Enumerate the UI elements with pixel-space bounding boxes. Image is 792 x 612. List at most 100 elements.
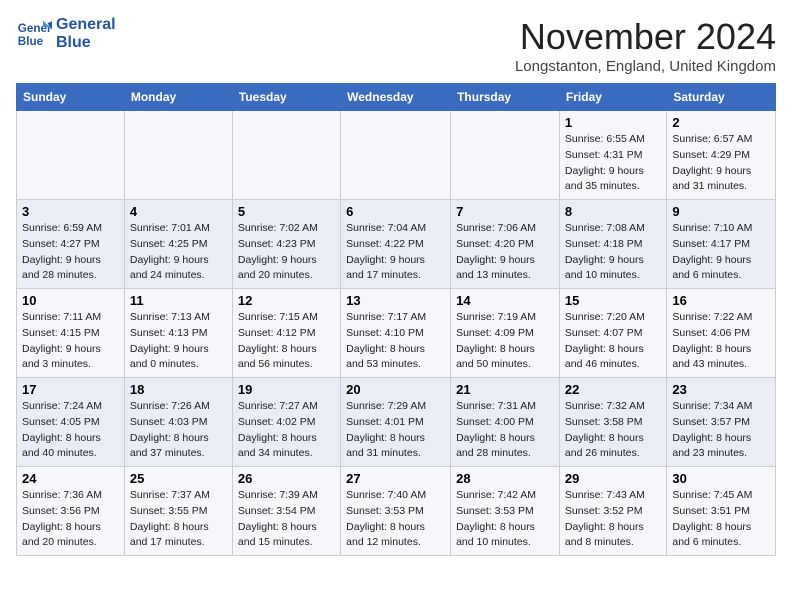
- day-number: 15: [565, 293, 661, 308]
- day-info: Sunrise: 7:39 AM Sunset: 3:54 PM Dayligh…: [238, 488, 335, 551]
- calendar-cell: 25 Sunrise: 7:37 AM Sunset: 3:55 PM Dayli…: [124, 467, 232, 556]
- day-info: Sunrise: 7:37 AM Sunset: 3:55 PM Dayligh…: [130, 488, 227, 551]
- calendar-week-row: 10Sunrise: 7:11 AM Sunset: 4:15 PM Dayli…: [17, 289, 776, 378]
- day-number: 23: [672, 382, 770, 397]
- day-info: Sunrise: 7:01 AM Sunset: 4:25 PM Dayligh…: [130, 221, 227, 284]
- calendar-cell: 4 Sunrise: 7:01 AM Sunset: 4:25 PM Daylig…: [124, 200, 232, 289]
- calendar-cell: 3Sunrise: 6:59 AM Sunset: 4:27 PM Daylig…: [17, 200, 125, 289]
- day-number: 18: [130, 382, 227, 397]
- calendar-cell: [232, 111, 340, 200]
- calendar-cell: 10Sunrise: 7:11 AM Sunset: 4:15 PM Dayli…: [17, 289, 125, 378]
- calendar-cell: 21 Sunrise: 7:31 AM Sunset: 4:00 PM Dayli…: [451, 378, 560, 467]
- location-title: Longstanton, England, United Kingdom: [515, 58, 776, 75]
- calendar-cell: 23 Sunrise: 7:34 AM Sunset: 3:57 PM Dayli…: [667, 378, 776, 467]
- day-header-wednesday: Wednesday: [341, 84, 451, 111]
- day-header-saturday: Saturday: [667, 84, 776, 111]
- day-number: 11: [130, 293, 227, 308]
- day-number: 26: [238, 471, 335, 486]
- calendar-table: SundayMondayTuesdayWednesdayThursdayFrid…: [16, 83, 776, 556]
- day-number: 25: [130, 471, 227, 486]
- calendar-cell: [17, 111, 125, 200]
- day-info: Sunrise: 7:20 AM Sunset: 4:07 PM Dayligh…: [565, 310, 661, 373]
- calendar-cell: 26 Sunrise: 7:39 AM Sunset: 3:54 PM Dayli…: [232, 467, 340, 556]
- day-number: 6: [346, 204, 445, 219]
- day-info: Sunrise: 7:19 AM Sunset: 4:09 PM Dayligh…: [456, 310, 554, 373]
- calendar-cell: 17 Sunrise: 7:24 AM Sunset: 4:05 PM Dayli…: [17, 378, 125, 467]
- day-info: Sunrise: 7:13 AM Sunset: 4:13 PM Dayligh…: [130, 310, 227, 373]
- day-number: 29: [565, 471, 661, 486]
- day-number: 12: [238, 293, 335, 308]
- day-info: Sunrise: 7:17 AM Sunset: 4:10 PM Dayligh…: [346, 310, 445, 373]
- day-info: Sunrise: 7:06 AM Sunset: 4:20 PM Dayligh…: [456, 221, 554, 284]
- calendar-header-row: SundayMondayTuesdayWednesdayThursdayFrid…: [17, 84, 776, 111]
- day-info: Sunrise: 7:02 AM Sunset: 4:23 PM Dayligh…: [238, 221, 335, 284]
- day-number: 7: [456, 204, 554, 219]
- day-number: 1: [565, 115, 661, 130]
- day-info: Sunrise: 7:45 AM Sunset: 3:51 PM Dayligh…: [672, 488, 770, 551]
- day-number: 27: [346, 471, 445, 486]
- calendar-cell: 16 Sunrise: 7:22 AM Sunset: 4:06 PM Dayli…: [667, 289, 776, 378]
- calendar-cell: 6Sunrise: 7:04 AM Sunset: 4:22 PM Daylig…: [341, 200, 451, 289]
- day-info: Sunrise: 7:26 AM Sunset: 4:03 PM Dayligh…: [130, 399, 227, 462]
- day-number: 17: [22, 382, 119, 397]
- calendar-cell: 29Sunrise: 7:43 AM Sunset: 3:52 PM Dayli…: [559, 467, 666, 556]
- calendar-week-row: 17 Sunrise: 7:24 AM Sunset: 4:05 PM Dayli…: [17, 378, 776, 467]
- day-info: Sunrise: 7:24 AM Sunset: 4:05 PM Dayligh…: [22, 399, 119, 462]
- day-number: 13: [346, 293, 445, 308]
- calendar-cell: 7 Sunrise: 7:06 AM Sunset: 4:20 PM Daylig…: [451, 200, 560, 289]
- calendar-cell: 2Sunrise: 6:57 AM Sunset: 4:29 PM Daylig…: [667, 111, 776, 200]
- day-info: Sunrise: 7:42 AM Sunset: 3:53 PM Dayligh…: [456, 488, 554, 551]
- day-header-thursday: Thursday: [451, 84, 560, 111]
- day-header-friday: Friday: [559, 84, 666, 111]
- calendar-cell: 22Sunrise: 7:32 AM Sunset: 3:58 PM Dayli…: [559, 378, 666, 467]
- day-number: 19: [238, 382, 335, 397]
- day-number: 9: [672, 204, 770, 219]
- calendar-cell: 12 Sunrise: 7:15 AM Sunset: 4:12 PM Dayli…: [232, 289, 340, 378]
- svg-text:General: General: [18, 22, 52, 35]
- day-number: 10: [22, 293, 119, 308]
- calendar-cell: 9Sunrise: 7:10 AM Sunset: 4:17 PM Daylig…: [667, 200, 776, 289]
- svg-text:Blue: Blue: [18, 35, 44, 48]
- calendar-cell: 13 Sunrise: 7:17 AM Sunset: 4:10 PM Dayli…: [341, 289, 451, 378]
- day-header-tuesday: Tuesday: [232, 84, 340, 111]
- day-info: Sunrise: 7:36 AM Sunset: 3:56 PM Dayligh…: [22, 488, 119, 551]
- day-number: 4: [130, 204, 227, 219]
- day-info: Sunrise: 7:08 AM Sunset: 4:18 PM Dayligh…: [565, 221, 661, 284]
- day-number: 5: [238, 204, 335, 219]
- page-header: General Blue General Blue November 2024 …: [16, 16, 776, 75]
- day-number: 22: [565, 382, 661, 397]
- day-header-sunday: Sunday: [17, 84, 125, 111]
- day-info: Sunrise: 7:15 AM Sunset: 4:12 PM Dayligh…: [238, 310, 335, 373]
- calendar-week-row: 1 Sunrise: 6:55 AM Sunset: 4:31 PM Daylig…: [17, 111, 776, 200]
- day-info: Sunrise: 6:57 AM Sunset: 4:29 PM Dayligh…: [672, 132, 770, 195]
- calendar-cell: 20Sunrise: 7:29 AM Sunset: 4:01 PM Dayli…: [341, 378, 451, 467]
- calendar-week-row: 24Sunrise: 7:36 AM Sunset: 3:56 PM Dayli…: [17, 467, 776, 556]
- calendar-cell: 28Sunrise: 7:42 AM Sunset: 3:53 PM Dayli…: [451, 467, 560, 556]
- calendar-cell: [451, 111, 560, 200]
- calendar-cell: 1 Sunrise: 6:55 AM Sunset: 4:31 PM Daylig…: [559, 111, 666, 200]
- day-number: 8: [565, 204, 661, 219]
- logo-line1: General: [56, 16, 116, 34]
- day-info: Sunrise: 7:22 AM Sunset: 4:06 PM Dayligh…: [672, 310, 770, 373]
- day-number: 16: [672, 293, 770, 308]
- day-info: Sunrise: 7:27 AM Sunset: 4:02 PM Dayligh…: [238, 399, 335, 462]
- calendar-cell: 11 Sunrise: 7:13 AM Sunset: 4:13 PM Dayli…: [124, 289, 232, 378]
- day-info: Sunrise: 7:34 AM Sunset: 3:57 PM Dayligh…: [672, 399, 770, 462]
- day-info: Sunrise: 6:59 AM Sunset: 4:27 PM Dayligh…: [22, 221, 119, 284]
- calendar-cell: 24Sunrise: 7:36 AM Sunset: 3:56 PM Dayli…: [17, 467, 125, 556]
- calendar-cell: 8 Sunrise: 7:08 AM Sunset: 4:18 PM Daylig…: [559, 200, 666, 289]
- calendar-week-row: 3Sunrise: 6:59 AM Sunset: 4:27 PM Daylig…: [17, 200, 776, 289]
- logo-line2: Blue: [56, 34, 116, 52]
- calendar-cell: 19 Sunrise: 7:27 AM Sunset: 4:02 PM Dayli…: [232, 378, 340, 467]
- calendar-cell: 5 Sunrise: 7:02 AM Sunset: 4:23 PM Daylig…: [232, 200, 340, 289]
- calendar-cell: [341, 111, 451, 200]
- calendar-cell: 30Sunrise: 7:45 AM Sunset: 3:51 PM Dayli…: [667, 467, 776, 556]
- day-info: Sunrise: 7:31 AM Sunset: 4:00 PM Dayligh…: [456, 399, 554, 462]
- day-number: 21: [456, 382, 554, 397]
- day-header-monday: Monday: [124, 84, 232, 111]
- day-number: 20: [346, 382, 445, 397]
- calendar-cell: 27Sunrise: 7:40 AM Sunset: 3:53 PM Dayli…: [341, 467, 451, 556]
- day-info: Sunrise: 6:55 AM Sunset: 4:31 PM Dayligh…: [565, 132, 661, 195]
- title-block: November 2024 Longstanton, England, Unit…: [515, 16, 776, 75]
- calendar-cell: 18 Sunrise: 7:26 AM Sunset: 4:03 PM Dayli…: [124, 378, 232, 467]
